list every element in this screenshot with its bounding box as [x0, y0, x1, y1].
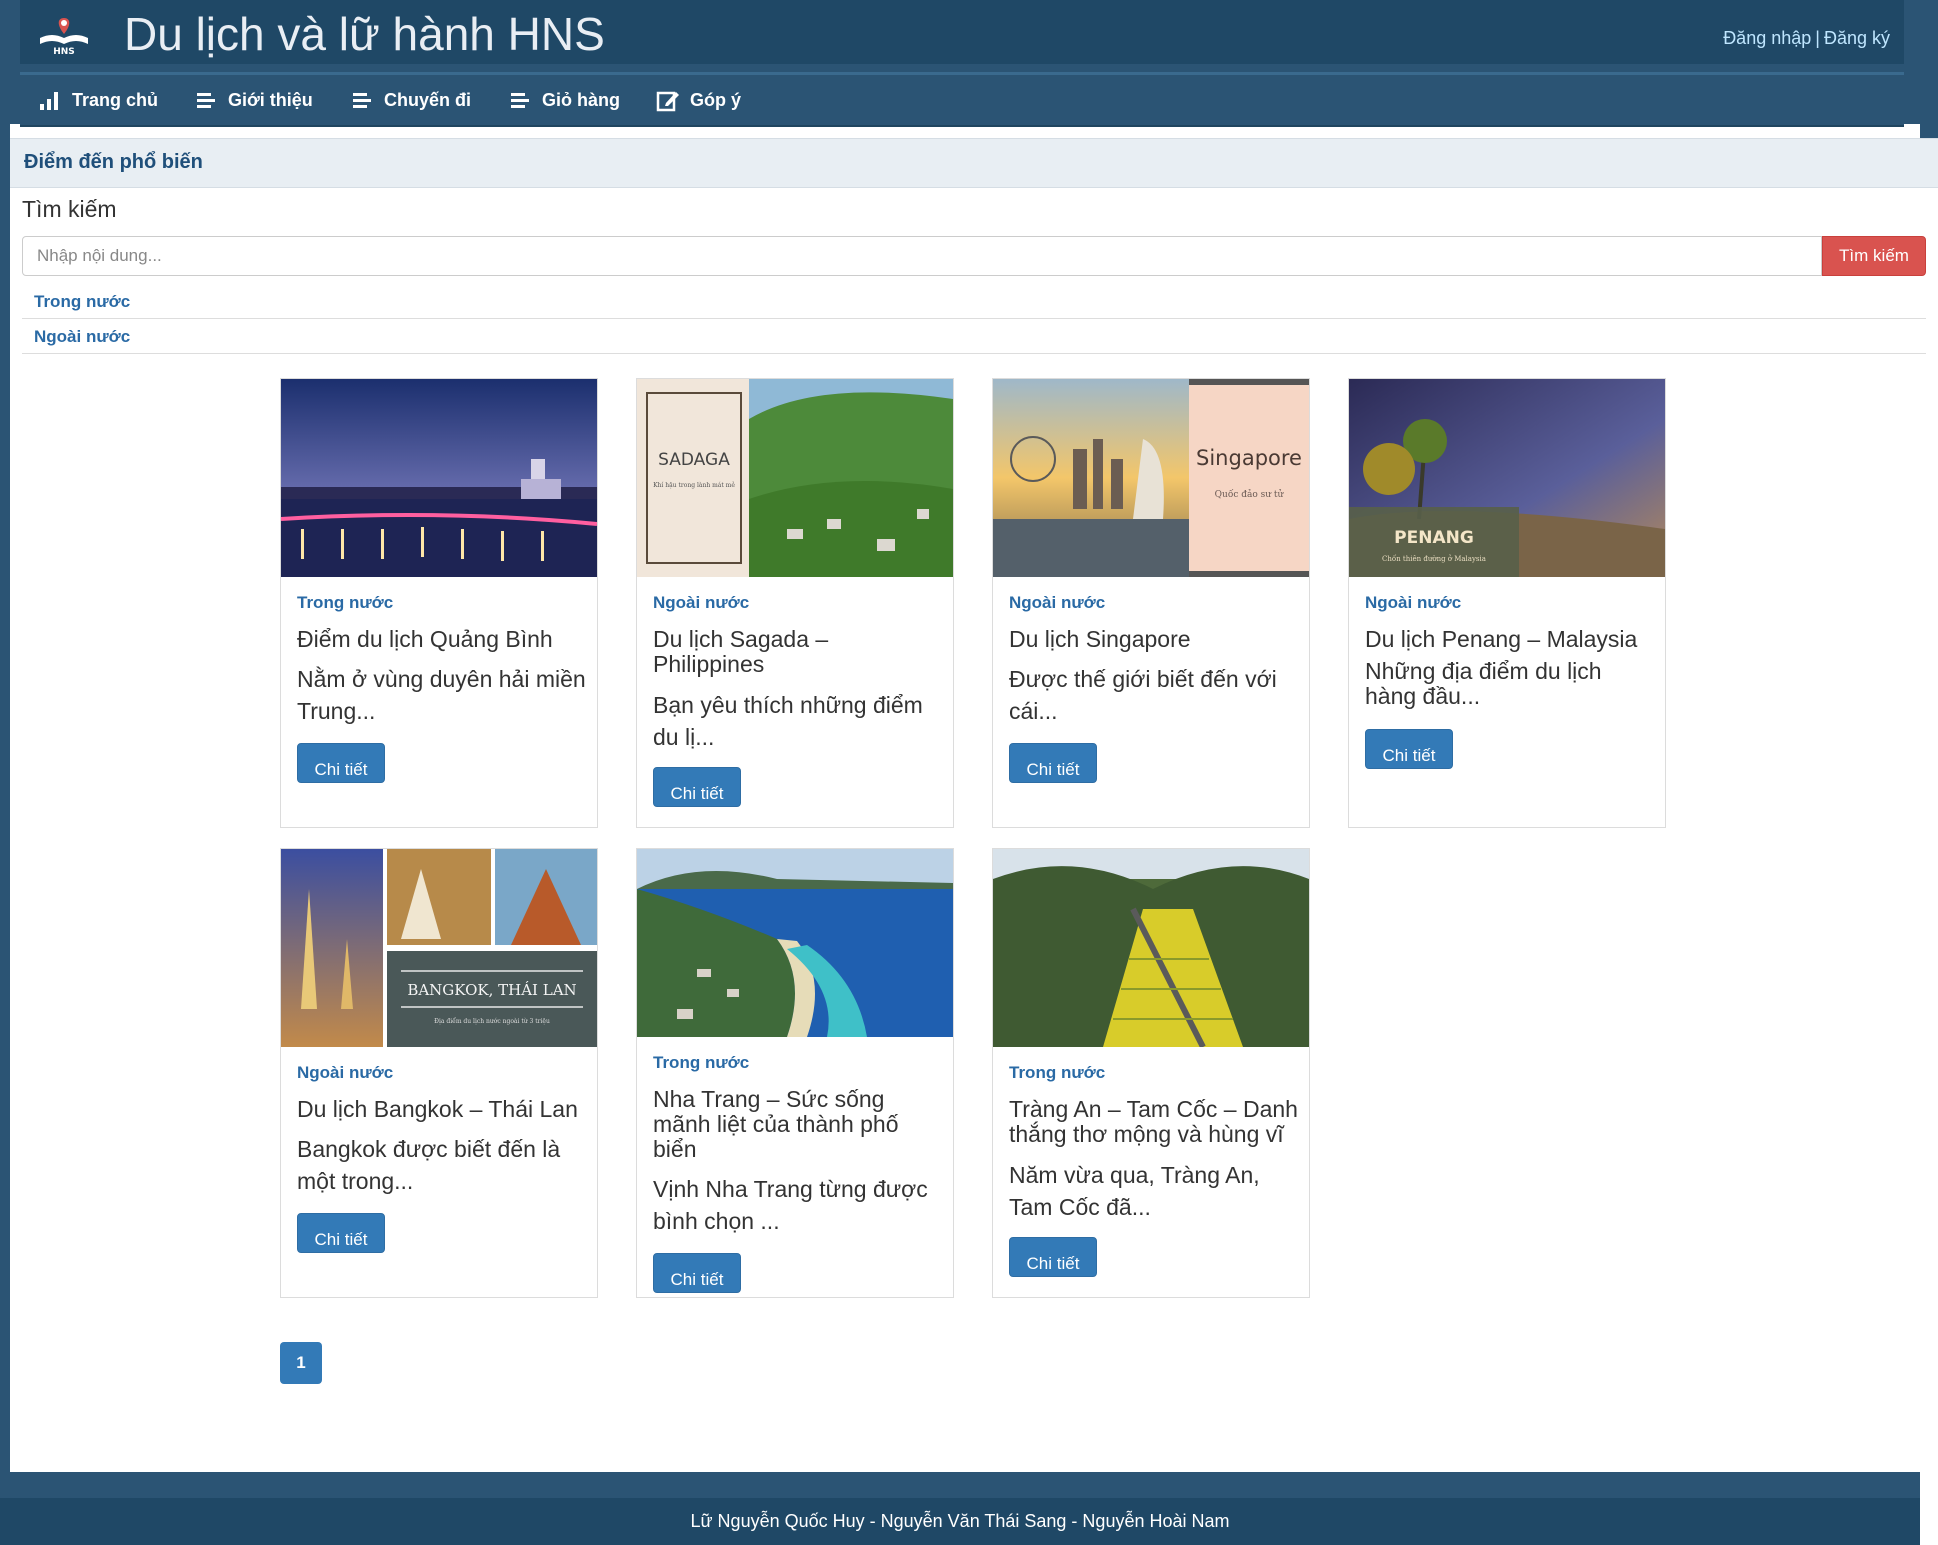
detail-button[interactable]: Chi tiết: [297, 743, 385, 783]
filter-international-link[interactable]: Ngoài nước: [34, 327, 130, 347]
search-input[interactable]: [22, 236, 1822, 276]
section-heading-bar: Điểm đến phổ biến: [10, 138, 1938, 188]
register-link[interactable]: Đăng ký: [1824, 28, 1890, 48]
card-title: Du lịch Sagada – Philippines: [653, 626, 829, 677]
login-link[interactable]: Đăng nhập: [1723, 28, 1811, 48]
pagination-page-button[interactable]: 1: [280, 1342, 322, 1384]
card-title: Điểm du lịch Quảng Bình: [297, 626, 553, 652]
nav-label: Giỏ hàng: [542, 89, 620, 110]
page-frame-right: [1920, 0, 1938, 140]
main-navbar: Trang chủ Giới thiệu Chuyến đi Giỏ hàng …: [20, 72, 1904, 127]
auth-separator: |: [1815, 28, 1820, 48]
nav-item-cart[interactable]: Giỏ hàng: [508, 75, 620, 125]
filter-row-domestic: Trong nước: [22, 284, 1926, 319]
card-image[interactable]: SADAGA Khí hậu trong lành mát mẻ: [637, 379, 953, 577]
card-description: Những địa điểm du lịch hàng đầu...: [1365, 658, 1602, 709]
card-image-subtext: Địa điểm du lịch nước ngoài từ 3 triệu: [434, 1018, 550, 1025]
card-title: Tràng An – Tam Cốc – Danh thắng thơ mộng…: [1009, 1096, 1298, 1147]
card-description: Bạn yêu thích những điểm du lị...: [653, 692, 923, 750]
card-title: Du lịch Bangkok – Thái Lan: [297, 1096, 578, 1122]
card-description: Năm vừa qua, Tràng An, Tam Cốc đã...: [1009, 1162, 1260, 1220]
nav-label: Trang chủ: [72, 89, 159, 110]
footer: Lữ Nguyễn Quốc Huy - Nguyễn Văn Thái San…: [0, 1498, 1920, 1545]
card-description: Vịnh Nha Trang từng được bình chọn ...: [653, 1176, 928, 1234]
detail-button[interactable]: Chi tiết: [653, 767, 741, 807]
detail-button[interactable]: Chi tiết: [1365, 729, 1453, 769]
nav-label: Giới thiệu: [228, 89, 313, 110]
footer-top-bar: [0, 1472, 1920, 1498]
card-image[interactable]: BANGKOK, THÁI LAN Địa điểm du lịch nước …: [281, 849, 597, 1047]
card-title: Du lịch Singapore: [1009, 626, 1191, 652]
card-image-text: Singapore: [1196, 446, 1302, 470]
card-category[interactable]: Ngoài nước: [1009, 593, 1105, 613]
nav-item-feedback[interactable]: Góp ý: [656, 75, 741, 125]
nav-label: Chuyến đi: [384, 89, 472, 110]
card-image-subtext: Khí hậu trong lành mát mẻ: [653, 482, 735, 489]
card-image[interactable]: [993, 849, 1309, 1047]
card-category[interactable]: Trong nước: [653, 1053, 749, 1073]
card-image-subtext: Chốn thiên đường ở Malaysia: [1382, 554, 1486, 563]
card-description: Được thế giới biết đến với cái...: [1009, 666, 1277, 724]
auth-links: Đăng nhập | Đăng ký: [1723, 28, 1890, 49]
detail-button[interactable]: Chi tiết: [1009, 743, 1097, 783]
list-icon: [353, 93, 371, 108]
destination-card: Trong nước Nha Trang – Sức sống mãnh liệ…: [636, 848, 954, 1298]
card-image-text: BANGKOK, THÁI LAN: [407, 981, 576, 999]
detail-button[interactable]: Chi tiết: [297, 1213, 385, 1253]
card-image-text: SADAGA: [658, 450, 730, 470]
card-image[interactable]: PENANG Chốn thiên đường ở Malaysia: [1349, 379, 1665, 577]
card-image[interactable]: [281, 379, 597, 577]
logo-book-icon[interactable]: HNS: [36, 10, 92, 57]
card-description: Bangkok được biết đến là một trong...: [297, 1136, 561, 1194]
card-image[interactable]: [637, 849, 953, 1037]
card-image[interactable]: Singapore Quốc đảo sư tử: [993, 379, 1309, 577]
logo-text: HNS: [53, 47, 75, 56]
filter-domestic-link[interactable]: Trong nước: [34, 292, 130, 312]
detail-button[interactable]: Chi tiết: [1009, 1237, 1097, 1277]
destination-card: Trong nước Điểm du lịch Quảng Bình Nằm ở…: [280, 378, 598, 828]
card-category[interactable]: Ngoài nước: [1365, 593, 1461, 613]
nav-label: Góp ý: [690, 89, 742, 110]
card-image-text: PENANG: [1394, 528, 1474, 548]
nav-item-about[interactable]: Giới thiệu: [194, 75, 313, 125]
nav-item-home[interactable]: Trang chủ: [38, 75, 158, 125]
bar-chart-icon: [40, 92, 58, 110]
search-button[interactable]: Tìm kiếm: [1822, 236, 1926, 276]
destination-card: BANGKOK, THÁI LAN Địa điểm du lịch nước …: [280, 848, 598, 1298]
detail-button[interactable]: Chi tiết: [653, 1253, 741, 1293]
destination-card: Singapore Quốc đảo sư tử Ngoài nước Du l…: [992, 378, 1310, 828]
list-icon: [511, 93, 529, 108]
list-icon: [197, 93, 215, 108]
card-category[interactable]: Trong nước: [1009, 1063, 1105, 1083]
destination-card: SADAGA Khí hậu trong lành mát mẻ Ngoài n…: [636, 378, 954, 828]
card-category[interactable]: Ngoài nước: [653, 593, 749, 613]
site-title[interactable]: Du lịch và lữ hành HNS: [124, 6, 605, 62]
card-title: Nha Trang – Sức sống mãnh liệt của thành…: [653, 1086, 899, 1162]
nav-item-trips[interactable]: Chuyến đi: [350, 75, 471, 125]
destination-card: Trong nước Tràng An – Tam Cốc – Danh thắ…: [992, 848, 1310, 1298]
filter-row-international: Ngoài nước: [22, 319, 1926, 354]
edit-icon: [656, 91, 679, 112]
card-title: Du lịch Penang – Malaysia: [1365, 626, 1638, 652]
card-image-subtext: Quốc đảo sư tử: [1215, 489, 1285, 500]
page-frame-left: [0, 0, 10, 1545]
section-heading: Điểm đến phổ biến: [24, 151, 203, 173]
card-category[interactable]: Ngoài nước: [297, 1063, 393, 1083]
search-label: Tìm kiếm: [22, 196, 117, 222]
card-description: Nằm ở vùng duyên hải miền Trung...: [297, 666, 586, 724]
card-category[interactable]: Trong nước: [297, 593, 393, 613]
destination-card: PENANG Chốn thiên đường ở Malaysia Ngoài…: [1348, 378, 1666, 828]
